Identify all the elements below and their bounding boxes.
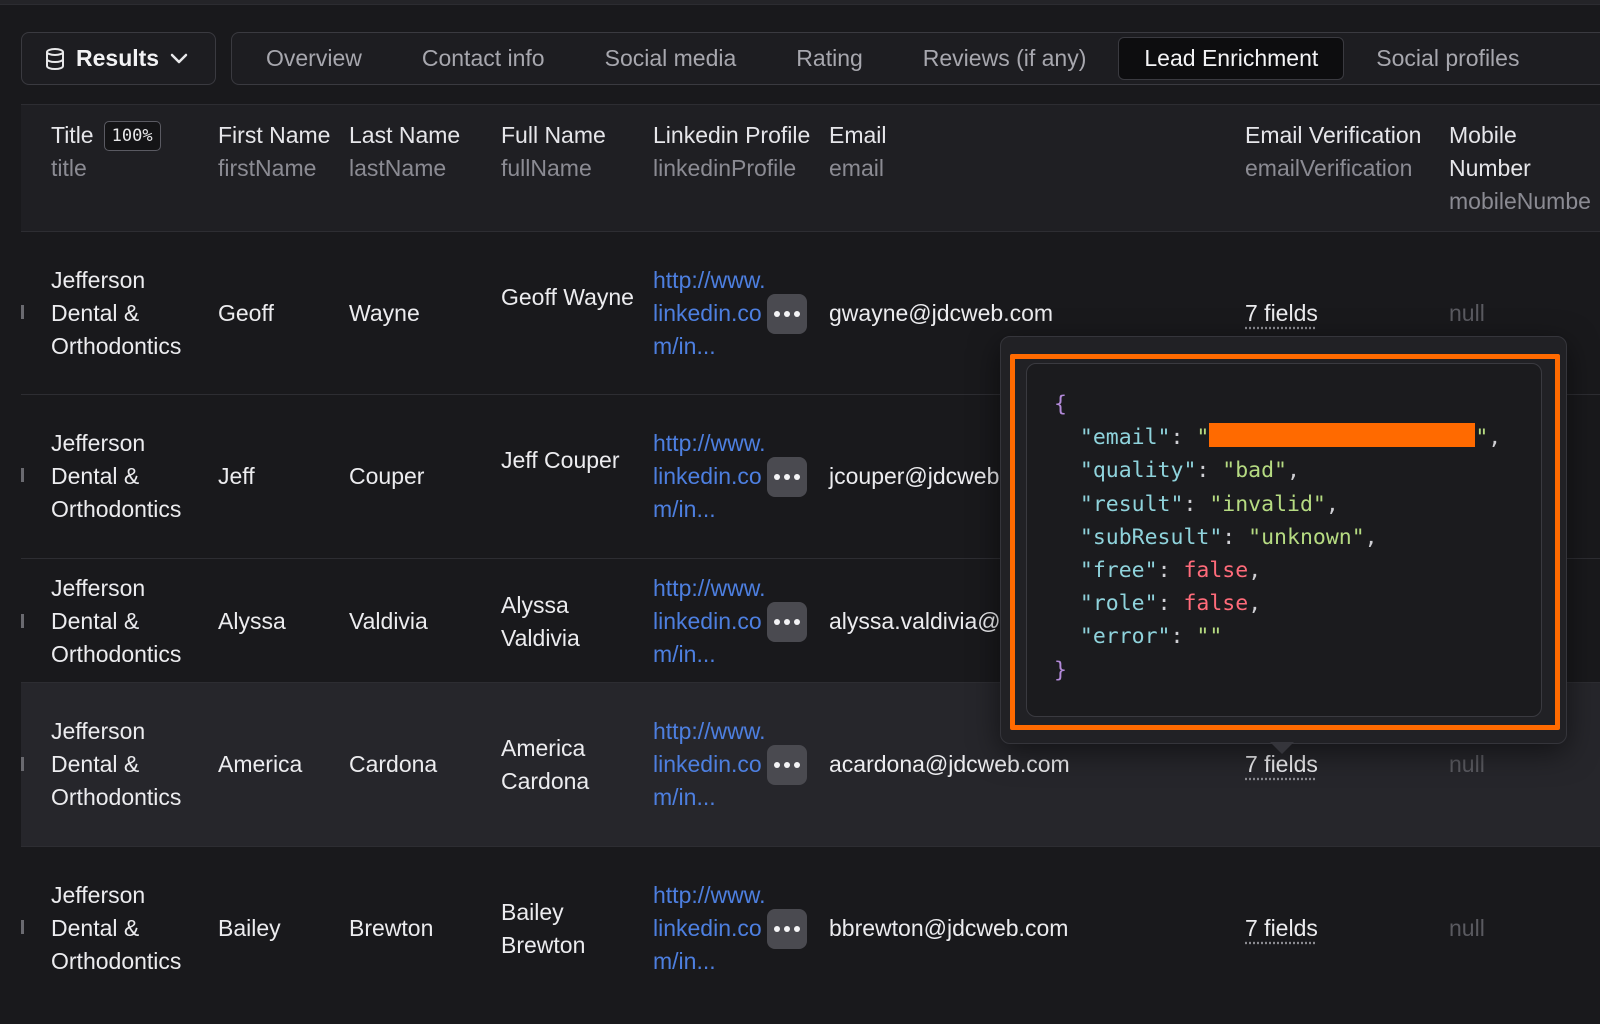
window-top-edge [0, 0, 1600, 5]
tab-social-profiles[interactable]: Social profiles [1346, 37, 1549, 80]
cell-last-name: Cardona [349, 751, 438, 777]
cell-full-name: Bailey Brewton [501, 899, 586, 958]
popover-arrow [1270, 742, 1294, 754]
cell-full-name: Alyssa Valdivia [501, 592, 580, 651]
header-full-name[interactable]: Full Name fullName [501, 119, 641, 185]
cell-full-name: Jeff Couper [501, 447, 620, 473]
json-close-brace: } [1054, 657, 1067, 683]
cell-first-name: America [218, 751, 303, 777]
fill-rate-badge: 100% [103, 121, 161, 151]
cell-title: Jefferson Dental & Orthodontics [51, 430, 182, 522]
more-options-button[interactable] [767, 457, 807, 497]
more-options-button[interactable] [767, 294, 807, 334]
linkedin-link[interactable]: http://www.linkedin.com/in... [653, 264, 768, 363]
cell-first-name: Geoff [218, 300, 274, 326]
results-dropdown-button[interactable]: Results [21, 32, 216, 85]
tab-reviews[interactable]: Reviews (if any) [893, 37, 1117, 80]
row-marker [21, 757, 24, 771]
cell-title: Jefferson Dental & Orthodontics [51, 575, 182, 667]
cell-first-name: Alyssa [218, 608, 286, 634]
header-linkedin-profile[interactable]: Linkedin Profile linkedinProfile [653, 119, 813, 185]
tab-rating[interactable]: Rating [766, 37, 892, 80]
row-marker [21, 614, 24, 628]
cell-first-name: Jeff [218, 463, 255, 489]
linkedin-link[interactable]: http://www.linkedin.com/in... [653, 715, 768, 814]
tab-social-media[interactable]: Social media [575, 37, 767, 80]
more-options-button[interactable] [767, 602, 807, 642]
cell-title: Jefferson Dental & Orthodontics [51, 267, 182, 359]
cell-email: gwayne@jdcweb.com [829, 300, 1054, 326]
verification-fields-link[interactable]: 7 fields [1245, 912, 1435, 945]
tab-contact-info[interactable]: Contact info [392, 37, 575, 80]
redacted-email [1209, 423, 1476, 448]
table-header-row: Title 100% title First Name firstName Las… [21, 104, 1600, 232]
json-code: { "email": " ", "quality": "bad", "result… [1054, 392, 1502, 683]
cell-last-name: Brewton [349, 915, 434, 941]
cell-title: Jefferson Dental & Orthodontics [51, 718, 182, 810]
linkedin-link[interactable]: http://www.linkedin.com/in... [653, 879, 768, 978]
cell-mobile: null [1449, 915, 1485, 941]
view-tabs: Overview Contact info Social media Ratin… [231, 32, 1600, 85]
header-first-name[interactable]: First Name firstName [218, 119, 338, 185]
row-marker [21, 468, 24, 482]
verification-fields-link[interactable]: 7 fields [1245, 297, 1435, 330]
more-options-button[interactable] [767, 745, 807, 785]
header-email[interactable]: Email email [829, 119, 1229, 185]
cell-full-name: Geoff Wayne [501, 284, 634, 310]
cell-last-name: Couper [349, 463, 425, 489]
table-row[interactable]: Jefferson Dental & Orthodontics Bailey B… [21, 847, 1600, 1024]
cell-first-name: Bailey [218, 915, 281, 941]
cell-last-name: Wayne [349, 300, 420, 326]
cell-full-name: America Cardona [501, 735, 590, 794]
header-last-name[interactable]: Last Name lastName [349, 119, 489, 185]
row-marker [21, 920, 24, 934]
json-open-brace: { [1054, 392, 1067, 417]
chevron-down-icon [170, 53, 188, 63]
cell-last-name: Valdivia [349, 608, 428, 634]
tab-lead-enrichment[interactable]: Lead Enrichment [1118, 37, 1345, 80]
cell-email: bbrewton@jdcweb.com [829, 915, 1069, 941]
header-mobile-number[interactable]: Mobile Number mobileNumbe [1449, 119, 1600, 218]
results-label: Results [76, 45, 160, 71]
tab-overview[interactable]: Overview [236, 37, 392, 80]
row-marker [21, 305, 24, 319]
cell-email: acardona@jdcweb.com [829, 751, 1070, 777]
database-icon [46, 47, 64, 70]
linkedin-link[interactable]: http://www.linkedin.com/in... [653, 427, 768, 526]
cell-mobile: null [1449, 300, 1485, 326]
more-options-button[interactable] [767, 909, 807, 949]
cell-mobile: null [1449, 751, 1485, 777]
header-title[interactable]: Title 100% title [51, 119, 211, 185]
header-email-verification[interactable]: Email Verification emailVerification [1245, 119, 1435, 185]
linkedin-link[interactable]: http://www.linkedin.com/in... [653, 572, 768, 671]
cell-title: Jefferson Dental & Orthodontics [51, 882, 182, 974]
